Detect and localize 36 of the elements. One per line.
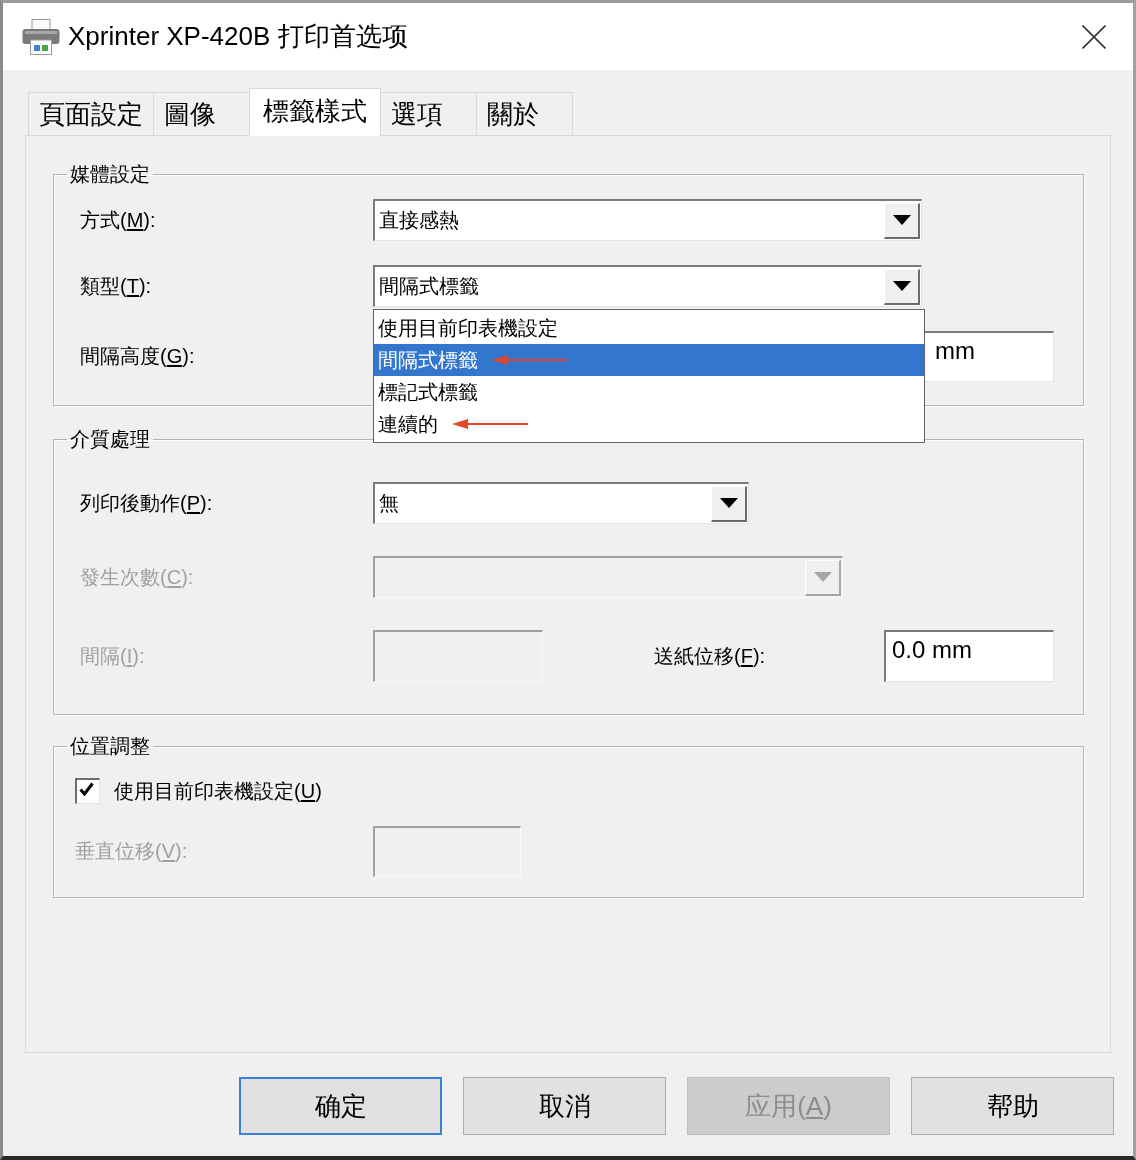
dropdown[interactable]: 間隔式標籤 (373, 265, 922, 307)
dialog-button[interactable]: 帮助 (911, 1077, 1114, 1135)
window-title: Xprinter XP-420B 打印首选项 (68, 20, 408, 53)
field-label: 垂直位移(V): (75, 839, 188, 864)
tab[interactable]: 頁面設定 (28, 92, 154, 135)
tab[interactable]: 標籤樣式 (249, 88, 381, 136)
dropdown-button[interactable] (711, 485, 747, 522)
caret-icon (892, 215, 911, 225)
dropdown[interactable]: 直接感熱 (373, 199, 922, 241)
field-label: 送紙位移(F): (654, 643, 766, 669)
dropdown-button[interactable] (884, 202, 920, 239)
text-field[interactable]: 0.0 mm (884, 630, 1054, 682)
caret-icon (719, 498, 738, 508)
dropdown-option[interactable]: 連續的 (374, 408, 924, 440)
field-label: 間隔(I): (80, 643, 145, 669)
field-label: 方式(M): (80, 207, 156, 233)
dialog-button[interactable]: 取消 (463, 1077, 666, 1135)
close-icon[interactable] (1082, 24, 1106, 49)
group-title: 媒體設定 (69, 163, 151, 185)
field-label: 間隔高度(G): (80, 344, 195, 369)
dropdown-option[interactable]: 間隔式標籤 (374, 344, 924, 376)
caret-icon (892, 281, 911, 291)
dropdown[interactable]: 無 (373, 482, 749, 524)
printer-icon (22, 18, 60, 55)
group-title: 位置調整 (69, 735, 151, 757)
tab[interactable]: 關於 (476, 92, 573, 135)
group-title: 介質處理 (69, 428, 151, 450)
field-label: 列印後動作(P): (80, 490, 213, 516)
field-label: 類型(T): (80, 273, 152, 299)
checkbox[interactable] (75, 778, 100, 804)
check-icon (79, 782, 94, 796)
dialog-button[interactable]: 确定 (239, 1077, 442, 1135)
field-label: 發生次數(C): (80, 564, 194, 590)
checkbox-label[interactable]: 使用目前印表機設定(U) (114, 777, 322, 805)
caret-icon (813, 572, 832, 582)
dropdown-button[interactable] (884, 268, 920, 305)
